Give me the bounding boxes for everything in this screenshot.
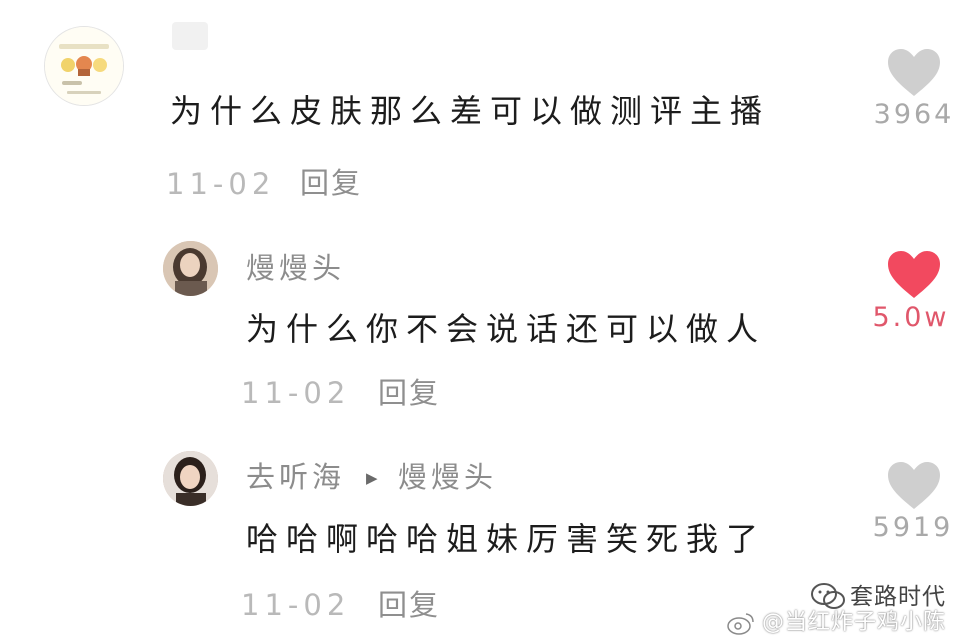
like-count: 3964 [873,99,955,130]
watermark-weibo-handle: @当红炸子鸡小陈 [762,610,947,635]
wechat-icon [810,582,846,612]
reply-date: 11-02 [241,588,351,622]
reply-arrow-icon: ▶ [366,469,378,487]
sticker-avatar-image [45,27,123,105]
comment-date: 11-02 [166,167,276,201]
blurred-author-name [172,22,208,50]
watermark-account: 套路时代 [850,584,946,610]
heart-filled-icon [888,251,940,298]
heart-icon [888,462,940,509]
commenter-avatar[interactable] [44,26,124,106]
like-count: 5919 [872,512,954,543]
reply-button[interactable]: 回复 [378,591,440,620]
reply-button[interactable]: 回复 [300,169,362,198]
portrait-avatar-image [163,451,218,506]
reply-author-avatar[interactable] [163,241,218,296]
weibo-icon [726,610,756,636]
comment-text: 为什么皮肤那么差可以做测评主播 [170,92,771,130]
reply-author-avatar[interactable] [163,451,218,506]
reply-text: 为什么你不会说话还可以做人 [246,310,767,348]
portrait-avatar-image [163,241,218,296]
reply-text: 哈哈啊哈哈姐妹厉害笑死我了 [246,520,767,558]
like-button[interactable] [886,48,942,102]
reply-author-name[interactable]: 熳熳头 [246,254,345,283]
like-count: 5.0w [872,302,950,333]
reply-button[interactable]: 回复 [378,379,440,408]
reply-author-name[interactable]: 去听海 [246,463,345,492]
heart-icon [888,49,940,96]
reply-date: 11-02 [241,376,351,410]
replied-to-name[interactable]: 熳熳头 [398,463,497,492]
like-button[interactable] [886,461,942,515]
like-button[interactable] [886,250,942,304]
